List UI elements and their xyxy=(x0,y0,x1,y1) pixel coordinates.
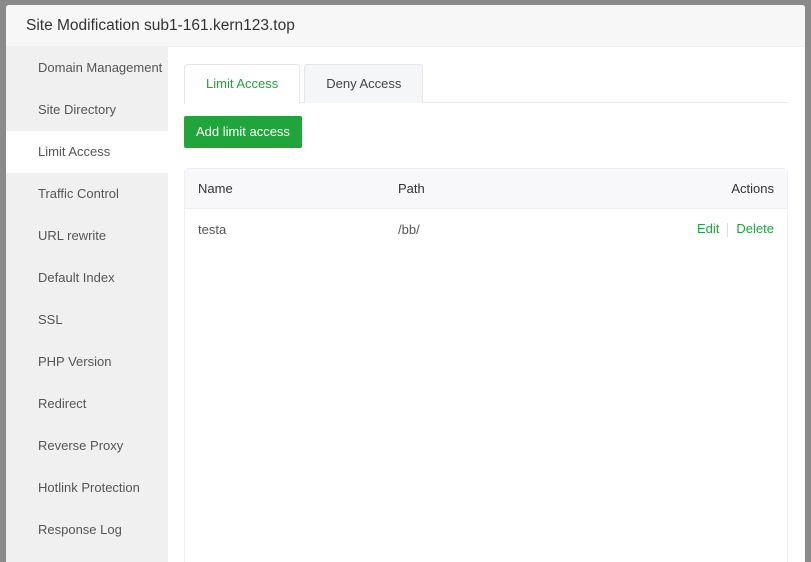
sidebar-item-site-directory[interactable]: Site Directory xyxy=(6,89,168,131)
site-modification-dialog: Site Modification sub1-161.kern123.top D… xyxy=(6,5,805,562)
sidebar-item-php-version[interactable]: PHP Version xyxy=(6,341,168,383)
sidebar-item-url-rewrite[interactable]: URL rewrite xyxy=(6,215,168,257)
limit-access-table: Name Path Actions testa /bb/ Edit Delete xyxy=(184,168,788,562)
sidebar: Domain Management Site Directory Limit A… xyxy=(6,47,168,562)
sidebar-item-domain-management[interactable]: Domain Management xyxy=(6,47,168,89)
cell-actions: Edit Delete xyxy=(697,221,774,237)
main-content: Limit Access Deny Access Add limit acces… xyxy=(168,47,805,562)
delete-link[interactable]: Delete xyxy=(736,221,774,236)
sidebar-item-redirect[interactable]: Redirect xyxy=(6,383,168,425)
tab-limit-access[interactable]: Limit Access xyxy=(184,64,301,104)
tab-bar: Limit Access Deny Access xyxy=(184,64,788,104)
header-name: Name xyxy=(198,181,233,196)
sidebar-item-limit-access[interactable]: Limit Access xyxy=(6,131,168,173)
sidebar-item-default-index[interactable]: Default Index xyxy=(6,257,168,299)
tab-deny-access[interactable]: Deny Access xyxy=(304,64,424,103)
sidebar-item-ssl[interactable]: SSL xyxy=(6,299,168,341)
cell-path: /bb/ xyxy=(398,221,420,237)
dialog-title: Site Modification sub1-161.kern123.top xyxy=(6,5,805,47)
sidebar-item-reverse-proxy[interactable]: Reverse Proxy xyxy=(6,425,168,467)
divider xyxy=(727,222,729,237)
cell-name: testa xyxy=(198,221,227,237)
sidebar-item-response-log[interactable]: Response Log xyxy=(6,509,168,551)
header-path: Path xyxy=(398,181,425,196)
header-actions: Actions xyxy=(731,181,774,196)
table-header: Name Path Actions xyxy=(185,169,787,209)
sidebar-item-hotlink-protection[interactable]: Hotlink Protection xyxy=(6,467,168,509)
table-row: testa /bb/ Edit Delete xyxy=(185,209,787,249)
edit-link[interactable]: Edit xyxy=(697,221,719,236)
sidebar-item-traffic-control[interactable]: Traffic Control xyxy=(6,173,168,215)
add-limit-access-button[interactable]: Add limit access xyxy=(184,116,302,148)
